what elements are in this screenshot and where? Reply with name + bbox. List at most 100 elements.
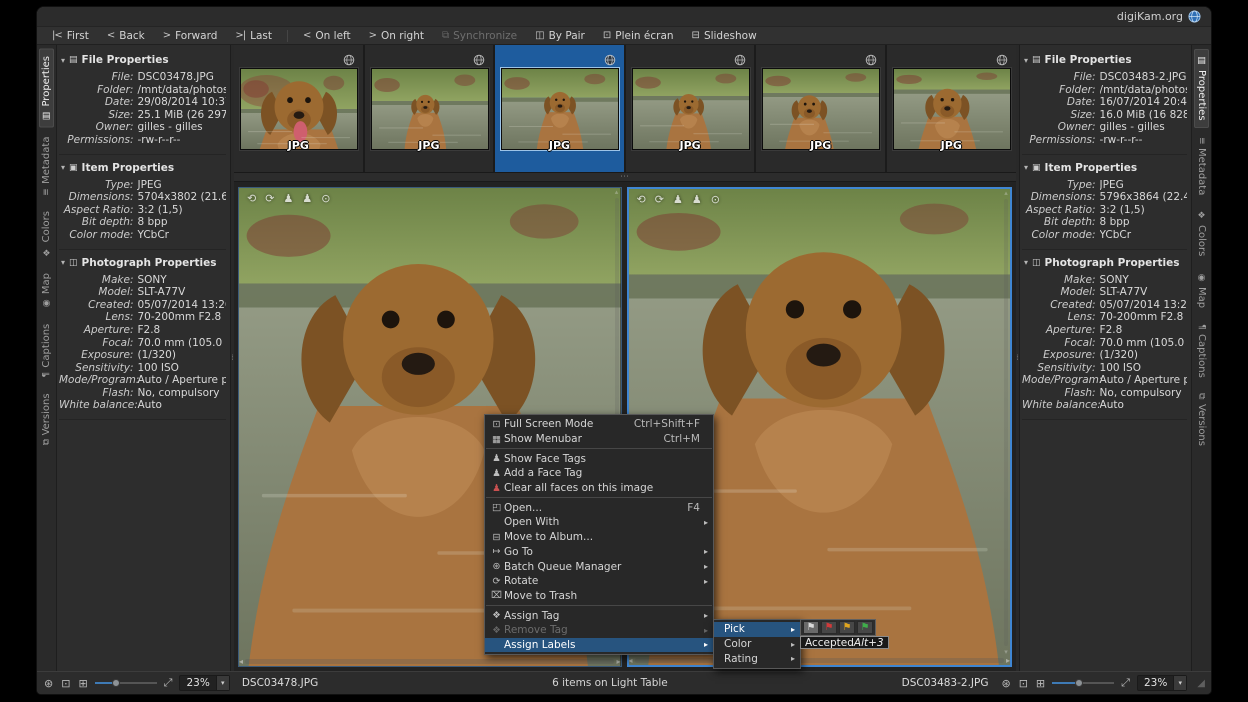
left-sidebar-tab[interactable]: ❖ Colors bbox=[39, 204, 54, 263]
collapse-arrow-icon: ▾ bbox=[1024, 258, 1028, 267]
context-menu-item[interactable]: ⊡ Full Screen Mode Ctrl+Shift+F ▸ bbox=[485, 417, 713, 432]
property-value: F2.8 bbox=[1100, 324, 1187, 337]
toolbar-button[interactable]: ⊟ Slideshow bbox=[685, 29, 764, 43]
zoom-settings-icon[interactable]: ⊛ bbox=[1000, 677, 1011, 690]
left-sidebar-tab[interactable]: ¶ Captions bbox=[39, 317, 54, 385]
resize-grip[interactable]: ◢ bbox=[1197, 678, 1205, 689]
brand-label[interactable]: digiKam.org bbox=[1117, 10, 1183, 23]
section-header-photograph-properties[interactable]: ▾ ◫ Photograph Properties bbox=[1022, 252, 1187, 273]
toolbar-button[interactable]: ⧉ Synchronize bbox=[435, 29, 524, 43]
left-sidebar-tab[interactable]: ≡ Metadata bbox=[39, 130, 54, 203]
context-menu-item[interactable]: ↦ Go To ▸ bbox=[485, 545, 713, 560]
context-menu-item[interactable]: ♟ Clear all faces on this image ▸ bbox=[485, 481, 713, 496]
zoom-fit-icon[interactable]: ⤢ bbox=[1120, 676, 1131, 690]
play-icon[interactable]: ⊙ bbox=[711, 193, 720, 206]
right-sidebar-tab[interactable]: ❖ Colors bbox=[1194, 204, 1209, 263]
context-menu-item[interactable]: ⟳ Rotate ▸ bbox=[485, 574, 713, 589]
zoom-settings-icon[interactable]: ⊛ bbox=[43, 677, 54, 690]
show-face-tags-icon[interactable]: ♟ bbox=[673, 193, 683, 206]
context-menu-item[interactable]: ♟ Show Face Tags ▸ bbox=[485, 451, 713, 466]
submenu-item[interactable]: Pick ▸ bbox=[714, 622, 800, 637]
no-pick-flag-icon[interactable]: ⚑ bbox=[803, 621, 819, 634]
context-menu-item[interactable]: ⊛ Batch Queue Manager ▸ bbox=[485, 559, 713, 574]
right-sidebar-tab[interactable]: ≡ Metadata bbox=[1194, 130, 1209, 203]
add-face-tag-icon[interactable]: ♟ bbox=[692, 193, 702, 206]
thumbnail[interactable]: JPG bbox=[626, 45, 757, 172]
property-label: Aperture: bbox=[1022, 324, 1100, 337]
toolbar-button[interactable]: ⊡ Plein écran bbox=[596, 29, 681, 43]
accepted-flag-icon[interactable]: ⚑ bbox=[857, 621, 873, 634]
submenu-item[interactable]: Rating ▸ bbox=[714, 651, 800, 666]
tag-icon: ❖ bbox=[489, 625, 504, 636]
context-menu-item[interactable]: ♟ Add a Face Tag ▸ bbox=[485, 466, 713, 481]
context-menu-item[interactable]: ⊟ Move to Album... ▸ bbox=[485, 530, 713, 545]
context-menu-item[interactable]: ❖ Remove Tag ▸ bbox=[485, 623, 713, 638]
zoom-fit-icon[interactable]: ⤢ bbox=[163, 676, 174, 690]
toolbar-button[interactable]: >| Last bbox=[228, 29, 279, 43]
toolbar-button[interactable]: < Back bbox=[100, 29, 152, 43]
property-row: Focal: 70.0 mm (105.0 ... bbox=[1022, 337, 1187, 350]
toolbar-button[interactable]: > On right bbox=[362, 29, 431, 43]
left-sidebar-tab[interactable]: ⧉ Versions bbox=[39, 386, 54, 452]
menubar-item[interactable] bbox=[47, 15, 61, 19]
menubar-item[interactable] bbox=[63, 15, 77, 19]
right-zoom-slider[interactable] bbox=[1052, 677, 1114, 689]
property-row: Created: 05/07/2014 13:26 bbox=[1022, 299, 1187, 312]
zoom-1-1-icon[interactable]: ⊞ bbox=[1035, 677, 1046, 690]
thumbnail[interactable]: JPG bbox=[887, 45, 1018, 172]
property-value: SONY bbox=[1100, 274, 1187, 287]
thumbbar-splitter[interactable]: ⋯ bbox=[234, 173, 1016, 182]
property-label: Make: bbox=[1022, 274, 1100, 287]
thumbnail[interactable]: JPG bbox=[365, 45, 496, 172]
right-splitter[interactable]: ⁞ bbox=[1016, 45, 1019, 671]
fit-window-icon[interactable]: ⊡ bbox=[60, 677, 71, 690]
context-menu-item[interactable]: ▦ Show Menubar Ctrl+M ▸ bbox=[485, 432, 713, 447]
menubar-item[interactable] bbox=[79, 15, 93, 19]
zoom-1-1-icon[interactable]: ⊞ bbox=[77, 677, 88, 690]
context-menu-item[interactable]: ◰ Open... F4 ▸ bbox=[485, 500, 713, 515]
section-header-item-properties[interactable]: ▾ ▣ Item Properties bbox=[1022, 157, 1187, 178]
thumbnail[interactable]: JPG bbox=[756, 45, 887, 172]
context-menu-item[interactable]: Open With ▸ bbox=[485, 515, 713, 530]
rotate-right-icon[interactable]: ⟳ bbox=[265, 192, 274, 205]
combo-dropdown-icon[interactable]: ▾ bbox=[216, 676, 229, 690]
combo-dropdown-icon[interactable]: ▾ bbox=[1173, 676, 1186, 690]
rotate-right-icon[interactable]: ⟳ bbox=[655, 193, 664, 206]
thumbnail[interactable]: JPG bbox=[495, 45, 626, 172]
show-face-tags-icon[interactable]: ♟ bbox=[283, 192, 293, 205]
right-sidebar-tab[interactable]: ◉ Map bbox=[1194, 266, 1209, 315]
section-header-file-properties[interactable]: ▾ ▤ File Properties bbox=[59, 49, 226, 70]
menubar-item[interactable] bbox=[111, 15, 125, 19]
right-sidebar-tab[interactable]: ▤ Properties bbox=[1194, 49, 1209, 128]
toolbar-button[interactable]: < On left bbox=[296, 29, 358, 43]
horizontal-scrollbar[interactable]: ◂▸ bbox=[629, 656, 1011, 665]
toolbar-button[interactable]: ◫ By Pair bbox=[528, 29, 592, 43]
left-sidebar-tab[interactable]: ▤ Properties bbox=[39, 49, 54, 128]
thumbnail[interactable]: JPG bbox=[234, 45, 365, 172]
pending-flag-icon[interactable]: ⚑ bbox=[839, 621, 855, 634]
section-header-file-properties[interactable]: ▾ ▤ File Properties bbox=[1022, 49, 1187, 70]
left-sidebar-tab[interactable]: ◉ Map bbox=[39, 266, 54, 315]
section-header-photograph-properties[interactable]: ▾ ◫ Photograph Properties bbox=[59, 252, 226, 273]
right-sidebar-tab[interactable]: ⧉ Versions bbox=[1194, 386, 1209, 452]
add-face-tag-icon[interactable]: ♟ bbox=[302, 192, 312, 205]
rotate-left-icon[interactable]: ⟲ bbox=[637, 193, 646, 206]
context-menu-item[interactable]: ⌧ Move to Trash ▸ bbox=[485, 589, 713, 604]
right-zoom-combo[interactable]: 23% ▾ bbox=[1137, 675, 1187, 691]
section-header-item-properties[interactable]: ▾ ▣ Item Properties bbox=[59, 157, 226, 178]
toolbar-button[interactable]: |< First bbox=[45, 29, 96, 43]
right-sidebar-tab[interactable]: ¶ Captions bbox=[1194, 317, 1209, 385]
vertical-scrollbar[interactable]: ▴▾ bbox=[1002, 189, 1010, 656]
play-icon[interactable]: ⊙ bbox=[321, 192, 330, 205]
submenu-item[interactable]: Color ▸ bbox=[714, 637, 800, 652]
rotate-left-icon[interactable]: ⟲ bbox=[247, 192, 256, 205]
rejected-flag-icon[interactable]: ⚑ bbox=[821, 621, 837, 634]
context-menu-item[interactable]: Assign Labels ▸ bbox=[485, 638, 713, 653]
menubar-item[interactable] bbox=[95, 15, 109, 19]
left-zoom-combo[interactable]: 23% ▾ bbox=[179, 675, 229, 691]
horizontal-scrollbar[interactable]: ◂▸ bbox=[239, 657, 621, 666]
context-menu-item[interactable]: ❖ Assign Tag ▸ bbox=[485, 608, 713, 623]
fit-window-icon[interactable]: ⊡ bbox=[1018, 677, 1029, 690]
toolbar-button[interactable]: > Forward bbox=[156, 29, 225, 43]
left-zoom-slider[interactable] bbox=[95, 677, 157, 689]
